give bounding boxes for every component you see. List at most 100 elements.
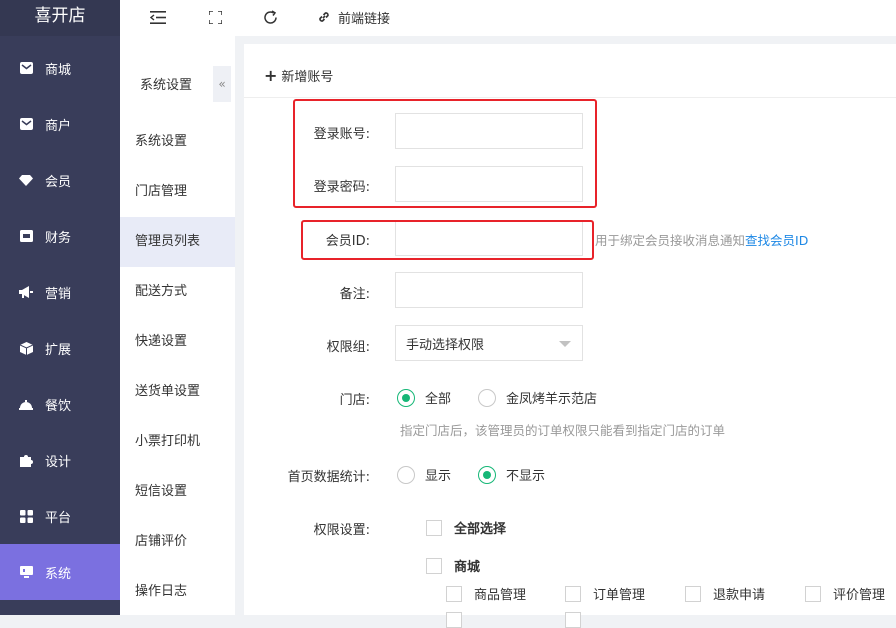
submenu-item-express-settings[interactable]: 快递设置 bbox=[120, 317, 235, 367]
permission-group-select[interactable]: 手动选择权限 bbox=[395, 325, 583, 361]
checkbox-box bbox=[565, 585, 581, 602]
store-radio-jinfeng[interactable]: 金凤烤羊示范店 bbox=[478, 388, 597, 407]
frontend-link[interactable]: 前端链接 bbox=[317, 6, 390, 28]
checkbox-box bbox=[426, 519, 442, 536]
sidebar-item-label: 财务 bbox=[45, 230, 72, 246]
sidebar-item-label: 营销 bbox=[45, 286, 72, 302]
main-sidebar: 喜开店 商城 商户 会员 财务 营销 扩展 餐饮 设计 平台 系统 bbox=[0, 0, 120, 615]
link-icon bbox=[319, 12, 329, 22]
megaphone-icon bbox=[19, 285, 33, 299]
submenu-item-admin-list[interactable]: 管理员列表 bbox=[120, 217, 235, 267]
sidebar-item-label: 商城 bbox=[45, 62, 72, 78]
radio-circle bbox=[478, 388, 496, 407]
sidebar-item-label: 餐饮 bbox=[45, 398, 72, 414]
sidebar-item-label: 会员 bbox=[45, 174, 72, 190]
cube-icon bbox=[19, 341, 33, 355]
submenu-item-system-settings[interactable]: 系统设置 bbox=[120, 117, 235, 167]
remark-input[interactable] bbox=[395, 272, 583, 308]
radio-label: 不显示 bbox=[506, 469, 546, 484]
gem-icon bbox=[19, 173, 33, 187]
perm-row2-checkbox-2[interactable] bbox=[565, 612, 593, 628]
checkbox-box bbox=[685, 585, 701, 602]
sub-menu-header: 系统设置 « bbox=[120, 66, 235, 102]
checkbox-label: 评价管理 bbox=[833, 588, 886, 603]
permission-group-value: 手动选择权限 bbox=[406, 337, 485, 353]
perm-order-management-checkbox[interactable]: 订单管理 bbox=[565, 584, 645, 603]
radio-circle bbox=[397, 388, 415, 407]
puzzle-icon bbox=[19, 453, 33, 467]
checkbox-box bbox=[446, 612, 462, 628]
sidebar-item-label: 扩展 bbox=[45, 342, 72, 358]
permission-group-label: 权限组: bbox=[326, 340, 370, 355]
checkbox-box bbox=[565, 612, 581, 628]
store-hint: 指定门店后，该管理员的订单权限只能看到指定门店的订单 bbox=[400, 423, 726, 438]
collapse-menu-icon[interactable] bbox=[149, 8, 167, 26]
add-account-label: 新增账号 bbox=[281, 70, 334, 85]
checkbox-label: 商品管理 bbox=[474, 588, 527, 603]
find-member-id-link[interactable]: 查找会员ID bbox=[745, 233, 808, 248]
perm-refund-request-checkbox[interactable]: 退款申请 bbox=[685, 584, 765, 603]
perm-row2-checkbox-1[interactable] bbox=[446, 612, 474, 628]
highlight-box-member-id bbox=[301, 220, 594, 260]
radio-circle bbox=[478, 465, 496, 484]
submenu-item-receipt-printer[interactable]: 小票打印机 bbox=[120, 417, 235, 467]
frontend-link-label: 前端链接 bbox=[338, 11, 391, 27]
remark-label: 备注: bbox=[339, 287, 370, 302]
stats-radio-show[interactable]: 显示 bbox=[397, 465, 451, 484]
checkbox-label: 全部选择 bbox=[454, 522, 507, 537]
plus-icon: + bbox=[264, 65, 278, 85]
collapse-submenu-button[interactable]: « bbox=[213, 66, 231, 102]
sidebar-item-marketing[interactable]: 营销 bbox=[0, 264, 120, 320]
radio-circle bbox=[397, 465, 415, 484]
store-radio-all[interactable]: 全部 bbox=[397, 388, 451, 407]
member-id-hint: 用于绑定会员接收消息通知查找会员ID bbox=[595, 233, 809, 248]
checkbox-box bbox=[805, 585, 821, 602]
checkbox-box bbox=[446, 585, 462, 602]
sidebar-item-mall[interactable]: 商城 bbox=[0, 40, 120, 96]
sidebar-item-design[interactable]: 设计 bbox=[0, 432, 120, 488]
submenu-item-delivery-note[interactable]: 送货单设置 bbox=[120, 367, 235, 417]
sidebar-item-finance[interactable]: 财务 bbox=[0, 208, 120, 264]
add-account-button[interactable]: + 新增账号 bbox=[264, 66, 333, 85]
sidebar-item-label: 设计 bbox=[45, 454, 72, 470]
fullscreen-icon[interactable] bbox=[206, 8, 224, 26]
sidebar-item-platform[interactable]: 平台 bbox=[0, 488, 120, 544]
checkbox-label: 商城 bbox=[454, 560, 481, 575]
store-label: 门店: bbox=[339, 393, 370, 408]
sub-menu: 系统设置 « 系统设置 门店管理 管理员列表 配送方式 快递设置 送货单设置 小… bbox=[120, 36, 235, 615]
submenu-item-operation-log[interactable]: 操作日志 bbox=[120, 567, 235, 617]
wallet-icon bbox=[19, 229, 33, 243]
top-toolbar: 前端链接 bbox=[120, 0, 896, 36]
sidebar-item-merchant[interactable]: 商户 bbox=[0, 96, 120, 152]
select-all-checkbox[interactable]: 全部选择 bbox=[426, 518, 506, 537]
checkbox-label: 退款申请 bbox=[713, 588, 766, 603]
perm-product-management-checkbox[interactable]: 商品管理 bbox=[446, 584, 526, 603]
grid-icon bbox=[19, 509, 33, 523]
submenu-item-delivery-method[interactable]: 配送方式 bbox=[120, 267, 235, 317]
sub-menu-title: 系统设置 bbox=[140, 78, 193, 93]
sidebar-item-system[interactable]: 系统 bbox=[0, 544, 120, 600]
submenu-item-store-reviews[interactable]: 店铺评价 bbox=[120, 517, 235, 567]
refresh-icon[interactable] bbox=[261, 8, 279, 26]
brand-logo: 喜开店 bbox=[0, 0, 120, 36]
home-stats-label: 首页数据统计: bbox=[287, 470, 370, 485]
cloche-icon bbox=[19, 397, 33, 411]
stats-radio-hide[interactable]: 不显示 bbox=[478, 465, 545, 484]
sidebar-item-label: 商户 bbox=[45, 118, 72, 134]
sidebar-item-label: 平台 bbox=[45, 510, 72, 526]
submenu-item-store-management[interactable]: 门店管理 bbox=[120, 167, 235, 217]
checkbox-label: 订单管理 bbox=[593, 588, 646, 603]
sidebar-item-member[interactable]: 会员 bbox=[0, 152, 120, 208]
radio-label: 全部 bbox=[425, 392, 452, 407]
submenu-item-sms-settings[interactable]: 短信设置 bbox=[120, 467, 235, 517]
highlight-box-credentials bbox=[293, 99, 597, 208]
dropdown-arrow-icon bbox=[559, 341, 571, 347]
sidebar-item-catering[interactable]: 餐饮 bbox=[0, 376, 120, 432]
header-divider bbox=[244, 97, 896, 98]
monitor-icon bbox=[19, 565, 33, 579]
permission-settings-label: 权限设置: bbox=[313, 523, 370, 538]
perm-group-mall-checkbox[interactable]: 商城 bbox=[426, 556, 480, 575]
checkbox-box bbox=[426, 557, 442, 574]
perm-review-management-checkbox[interactable]: 评价管理 bbox=[805, 584, 885, 603]
sidebar-item-extension[interactable]: 扩展 bbox=[0, 320, 120, 376]
